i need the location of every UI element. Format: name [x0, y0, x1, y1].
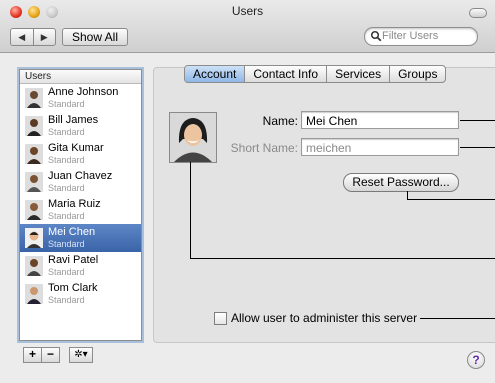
callout-line [190, 162, 191, 259]
forward-button[interactable]: ▶ [32, 29, 56, 45]
user-row-juan-chavez[interactable]: Juan Chavez Standard [20, 168, 141, 196]
user-avatar-icon [25, 144, 43, 164]
content-area: Users Anne Johnson Standard Bill James S… [0, 53, 495, 383]
admin-checkbox[interactable] [214, 311, 227, 325]
back-button[interactable]: ◀ [11, 29, 33, 45]
users-list-header: Users [20, 70, 141, 84]
callout-line [407, 199, 495, 200]
user-avatar-icon [25, 172, 43, 192]
callout-line [420, 318, 495, 319]
users-list[interactable]: Users Anne Johnson Standard Bill James S… [19, 69, 142, 341]
user-row-ravi-patel[interactable]: Ravi Patel Standard [20, 252, 141, 280]
user-name: Maria Ruiz [48, 198, 101, 210]
name-label: Name: [262, 114, 298, 128]
user-avatar-icon [25, 284, 43, 304]
user-avatar-icon [25, 256, 43, 276]
user-photo[interactable] [169, 112, 217, 163]
reset-password-button[interactable]: Reset Password... [343, 173, 459, 192]
name-field[interactable]: Mei Chen [301, 111, 459, 129]
help-button[interactable]: ? [467, 351, 485, 369]
user-row-mei-chen[interactable]: Mei Chen Standard [20, 224, 141, 252]
user-role: Standard [48, 127, 85, 137]
user-row-maria-ruiz[interactable]: Maria Ruiz Standard [20, 196, 141, 224]
user-role: Standard [48, 155, 85, 165]
search-icon [370, 30, 382, 42]
user-row-gita-kumar[interactable]: Gita Kumar Standard [20, 140, 141, 168]
window-title: Users [231, 4, 264, 18]
user-row-anne-johnson[interactable]: Anne Johnson Standard [20, 84, 141, 112]
short-name-field[interactable]: meichen [301, 138, 459, 156]
title-bar: Users ◀ ▶ Show All [0, 0, 495, 53]
action-menu-button[interactable]: ✲▾ [69, 347, 93, 363]
user-avatar-icon [25, 116, 43, 136]
user-row-tom-clark[interactable]: Tom Clark Standard [20, 280, 141, 308]
tab-groups[interactable]: Groups [389, 66, 445, 82]
callout-line [460, 120, 495, 121]
user-role: Standard [48, 183, 85, 193]
toolbar-toggle-button[interactable] [469, 8, 487, 18]
admin-checkbox-row[interactable]: Allow user to administer this server [214, 311, 417, 325]
user-avatar-icon [25, 228, 43, 248]
callout-line [190, 258, 495, 259]
callout-line [460, 147, 495, 148]
short-name-label: Short Name: [230, 141, 298, 155]
users-window: Users ◀ ▶ Show All Users Anne Johnson St… [0, 0, 495, 383]
user-avatar-icon [25, 200, 43, 220]
user-row-bill-james[interactable]: Bill James Standard [20, 112, 141, 140]
user-role: Standard [48, 211, 85, 221]
user-name: Mei Chen [48, 226, 96, 238]
remove-user-button[interactable]: − [41, 347, 60, 363]
show-all-button[interactable]: Show All [62, 28, 128, 46]
user-name: Tom Clark [48, 282, 98, 294]
filter-users-input[interactable] [382, 29, 470, 43]
user-role: Standard [48, 99, 85, 109]
back-forward-buttons: ◀ ▶ [10, 28, 56, 46]
user-avatar-icon [25, 88, 43, 108]
filter-users-search-field[interactable] [364, 27, 478, 46]
user-details-panel [153, 67, 495, 343]
user-role: Standard [48, 267, 85, 277]
admin-checkbox-label: Allow user to administer this server [231, 311, 418, 325]
user-name: Anne Johnson [48, 86, 119, 98]
user-role: Standard [48, 295, 85, 305]
user-name: Ravi Patel [48, 254, 99, 266]
tab-services[interactable]: Services [326, 66, 389, 82]
user-name: Gita Kumar [48, 142, 104, 154]
tab-bar: Account Contact Info Services Groups [184, 65, 447, 83]
user-name: Bill James [48, 114, 99, 126]
add-user-button[interactable]: + [23, 347, 42, 363]
tab-account[interactable]: Account [185, 66, 245, 82]
user-name: Juan Chavez [48, 170, 113, 182]
user-role: Standard [48, 239, 85, 249]
tab-contact-info[interactable]: Contact Info [244, 66, 326, 82]
